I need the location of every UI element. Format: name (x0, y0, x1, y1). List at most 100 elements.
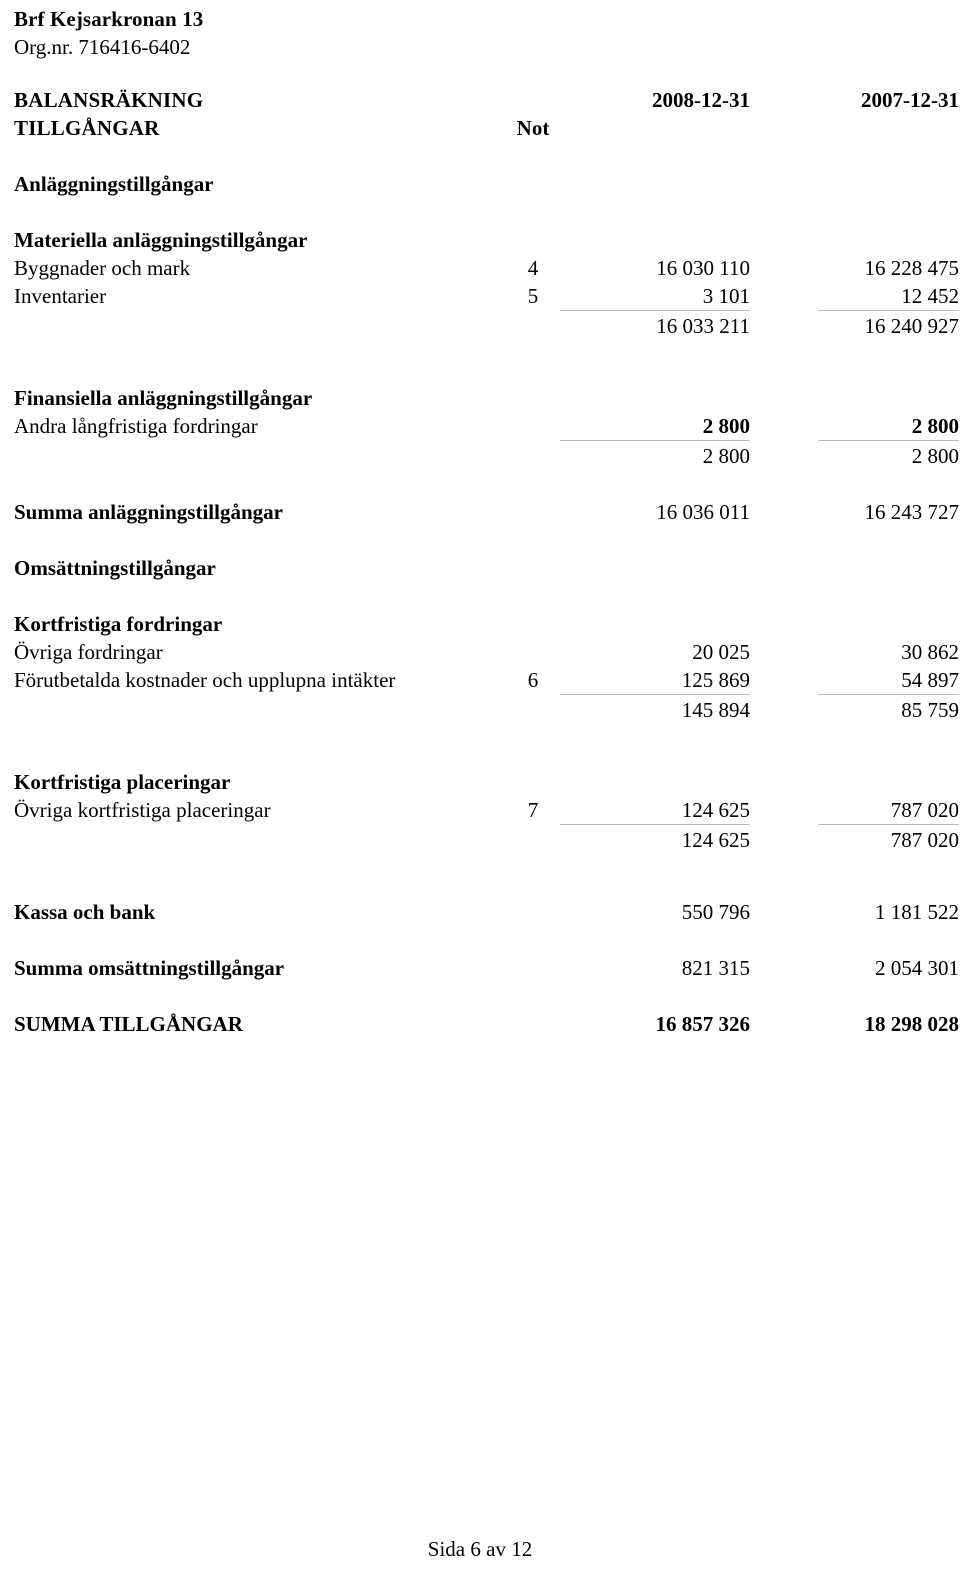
note-header-spacer (506, 86, 560, 114)
table-row: Andra långfristiga fordringar 2 800 2 80… (14, 412, 959, 441)
total-value-current: 16 036 011 (656, 500, 750, 524)
column-gap (750, 554, 818, 582)
table-row: Övriga kortfristiga placeringar 7 124 62… (14, 796, 959, 825)
total-row-omsattningstillgangar: Summa omsättningstillgångar 821 315 2 05… (14, 954, 959, 982)
grand-total-value-current: 16 857 326 (655, 1012, 751, 1036)
row-label (14, 311, 506, 341)
spacer (14, 340, 959, 384)
column-gap (750, 412, 818, 441)
subtotal-value-previous: 85 759 (818, 694, 959, 724)
row-note: 6 (527, 668, 539, 692)
subtotal-value-current: 16 033 211 (560, 310, 750, 340)
empty-cell (818, 610, 959, 638)
row-note (506, 695, 560, 725)
column-gap (750, 610, 818, 638)
column-gap (750, 86, 818, 114)
column-gap (750, 441, 818, 471)
subtotal-value-current: 2 800 (560, 440, 750, 470)
row-value-current: 550 796 (681, 900, 750, 924)
row-note (506, 825, 560, 855)
row-value-current: 3 101 (702, 284, 750, 308)
empty-cell (818, 226, 959, 254)
subgroup-heading-label: Kortfristiga placeringar (14, 770, 231, 794)
empty-cell (818, 768, 959, 796)
column-gap (750, 954, 818, 982)
spacer (14, 470, 959, 498)
group-heading-label: Anläggningstillgångar (14, 172, 214, 196)
subtotal-row-kortfristiga-fordringar: 145 894 85 759 (14, 694, 959, 725)
spacer (14, 582, 959, 610)
row-label (14, 695, 506, 725)
row-label: Byggnader och mark (14, 256, 191, 280)
table-row: Inventarier 5 3 101 12 452 (14, 282, 959, 311)
row-note (506, 898, 560, 926)
subtotal-value-previous: 16 240 927 (818, 310, 959, 340)
row-note (506, 311, 560, 341)
column-gap (750, 825, 818, 855)
row-value-current: 2 800 (702, 414, 750, 438)
row-label: Förutbetalda kostnader och upplupna intä… (14, 668, 396, 692)
column-gap (750, 282, 818, 311)
row-label: Summa anläggningstillgångar (14, 500, 283, 524)
column-gap (750, 666, 818, 695)
spacer (14, 982, 959, 1010)
grand-total-row: SUMMA TILLGÅNGAR 16 857 326 18 298 028 (14, 1010, 959, 1038)
spacer (14, 724, 959, 768)
column-gap (750, 498, 818, 526)
total-value-previous: 16 243 727 (864, 500, 960, 524)
subtotal-row-finansiella: 2 800 2 800 (14, 440, 959, 471)
empty-cell (560, 610, 750, 638)
group-heading-omsattningstillgangar: Omsättningstillgångar (14, 554, 959, 582)
subtotal-value-previous: 787 020 (818, 824, 959, 854)
total-value-previous: 2 054 301 (875, 956, 959, 980)
row-label: SUMMA TILLGÅNGAR (14, 1012, 243, 1036)
row-value-current: 125 869 (681, 668, 750, 692)
empty-cell (818, 170, 959, 198)
empty-cell (560, 768, 750, 796)
subgroup-heading-label: Kortfristiga fordringar (14, 612, 223, 636)
row-label (14, 825, 506, 855)
empty-cell (560, 226, 750, 254)
table-header-row: BALANSRÄKNING 2008-12-31 2007-12-31 (14, 86, 959, 114)
table-row-kassa-och-bank: Kassa och bank 550 796 1 181 522 (14, 898, 959, 926)
total-row-anlaggningstillgangar: Summa anläggningstillgångar 16 036 011 1… (14, 498, 959, 526)
subtotal-row-kortfristiga-placeringar: 124 625 787 020 (14, 824, 959, 855)
note-column-header: Not (516, 116, 550, 140)
column-gap (750, 170, 818, 198)
document-page: Brf Kejsarkronan 13 Org.nr. 716416-6402 … (0, 0, 960, 1577)
table-row: Byggnader och mark 4 16 030 110 16 228 4… (14, 254, 959, 282)
subtotal-value-current: 124 625 (560, 824, 750, 854)
empty-cell (560, 170, 750, 198)
empty-cell (560, 384, 750, 412)
empty-cell (506, 554, 560, 582)
empty-cell (560, 114, 750, 142)
organisation-number: Org.nr. 716416-6402 (14, 35, 191, 60)
row-value-current: 16 030 110 (656, 256, 750, 280)
group-heading-anlaggningstillgangar: Anläggningstillgångar (14, 170, 959, 198)
spacer (14, 926, 959, 954)
row-note (506, 638, 560, 666)
subgroup-heading-label: Materiella anläggningstillgångar (14, 228, 308, 252)
row-note (506, 412, 560, 441)
row-note (506, 954, 560, 982)
subtotal-row-materiella: 16 033 211 16 240 927 (14, 310, 959, 341)
table-row: Övriga fordringar 20 025 30 862 (14, 638, 959, 666)
row-note (506, 441, 560, 471)
table-row: Förutbetalda kostnader och upplupna intä… (14, 666, 959, 695)
spacer (14, 198, 959, 226)
period-current-header: 2008-12-31 (652, 88, 750, 112)
column-gap (750, 384, 818, 412)
row-label: Summa omsättningstillgångar (14, 956, 285, 980)
row-value-previous: 787 020 (890, 798, 959, 822)
row-label (14, 441, 506, 471)
column-gap (750, 254, 818, 282)
subgroup-heading-finansiella: Finansiella anläggningstillgångar (14, 384, 959, 412)
column-gap (750, 226, 818, 254)
document-header: Brf Kejsarkronan 13 Org.nr. 716416-6402 (14, 6, 203, 62)
row-label: Andra långfristiga fordringar (14, 414, 258, 438)
column-gap (750, 311, 818, 341)
row-note: 4 (527, 256, 539, 280)
subgroup-heading-kortfristiga-fordringar: Kortfristiga fordringar (14, 610, 959, 638)
subgroup-heading-label: Finansiella anläggningstillgångar (14, 386, 313, 410)
balance-sheet-table: BALANSRÄKNING 2008-12-31 2007-12-31 TILL… (14, 86, 959, 1038)
